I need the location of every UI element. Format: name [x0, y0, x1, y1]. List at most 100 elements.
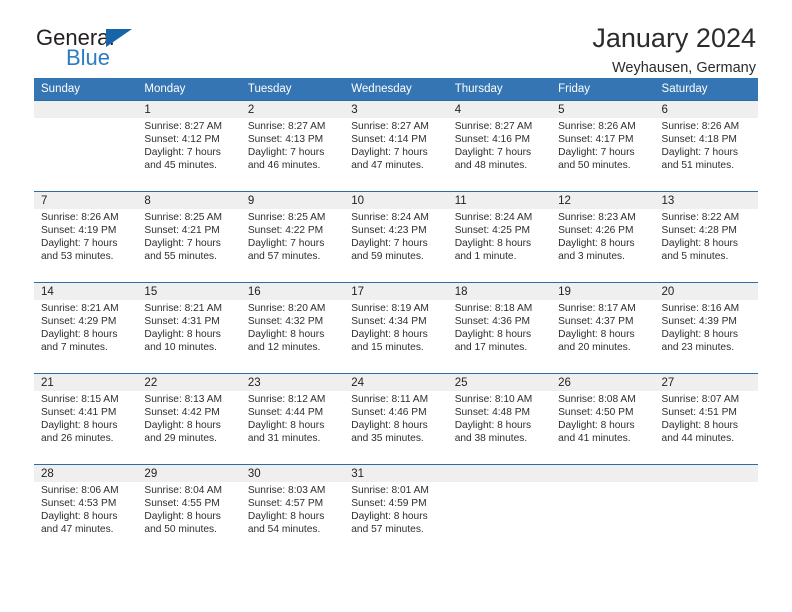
day-details: Sunrise: 8:08 AM Sunset: 4:50 PM Daylight:…	[551, 391, 654, 446]
calendar-day-cell[interactable]: 15 Sunrise: 8:21 AM Sunset: 4:31 PM Dayligh…	[137, 282, 241, 374]
calendar-day-cell[interactable]: 9 Sunrise: 8:25 AM Sunset: 4:22 PM Daylight…	[240, 191, 345, 283]
calendar-day-cell[interactable]: 30 Sunrise: 8:03 AM Sunset: 4:57 PM Dayligh…	[240, 464, 345, 555]
day-detail-sunrise: Sunrise: 8:21 AM	[41, 303, 119, 314]
day-cell-inner: 3 Sunrise: 8:27 AM Sunset: 4:14 PM Daylight…	[344, 101, 448, 191]
day-number: 17	[344, 283, 448, 300]
day-cell-inner: 12 Sunrise: 8:23 AM Sunset: 4:26 PM Dayligh…	[551, 192, 655, 282]
day-detail-daylight2: and 59 minutes.	[351, 250, 424, 262]
calendar-day-cell[interactable]: 17 Sunrise: 8:19 AM Sunset: 4:34 PM Dayligh…	[344, 282, 448, 374]
calendar-day-cell[interactable]: 19 Sunrise: 8:17 AM Sunset: 4:37 PM Dayligh…	[551, 282, 655, 374]
calendar-day-cell[interactable]: 10 Sunrise: 8:24 AM Sunset: 4:23 PM Dayligh…	[344, 191, 448, 283]
calendar-day-cell[interactable]: 16 Sunrise: 8:20 AM Sunset: 4:32 PM Dayligh…	[240, 282, 345, 374]
weekday-header-wednesday: Wednesday	[344, 78, 448, 101]
day-detail-sunrise: Sunrise: 8:21 AM	[144, 303, 223, 314]
day-detail-daylight1: Daylight: 8 hours	[144, 510, 221, 522]
day-detail-sunset: Sunset: 4:42 PM	[144, 406, 220, 418]
calendar-week-row: 7 Sunrise: 8:26 AM Sunset: 4:19 PM Daylight…	[34, 191, 758, 283]
day-detail-daylight2: and 1 minute.	[454, 250, 517, 262]
calendar-day-cell[interactable]: 7 Sunrise: 8:26 AM Sunset: 4:19 PM Daylight…	[34, 191, 138, 283]
calendar-day-cell[interactable]: 13 Sunrise: 8:22 AM Sunset: 4:28 PM Dayligh…	[654, 191, 758, 283]
calendar-day-cell[interactable]: 21 Sunrise: 8:15 AM Sunset: 4:41 PM Dayligh…	[34, 373, 138, 465]
day-details	[551, 482, 654, 485]
calendar-table: Sunday Monday Tuesday Wednesday Thursday…	[34, 78, 758, 555]
calendar-day-cell[interactable]: 20 Sunrise: 8:16 AM Sunset: 4:39 PM Dayligh…	[654, 282, 758, 374]
day-detail-sunrise: Sunrise: 8:27 AM	[351, 121, 429, 132]
day-details: Sunrise: 8:22 AM Sunset: 4:28 PM Daylight:…	[655, 209, 758, 264]
day-detail-sunset: Sunset: 4:31 PM	[144, 315, 220, 327]
day-detail-sunrise: Sunrise: 8:26 AM	[558, 121, 636, 132]
calendar-day-cell[interactable]: 6 Sunrise: 8:26 AM Sunset: 4:18 PM Daylight…	[654, 100, 758, 192]
calendar-day-cell[interactable]: 29 Sunrise: 8:04 AM Sunset: 4:55 PM Dayligh…	[137, 464, 241, 555]
day-detail-sunset: Sunset: 4:16 PM	[454, 133, 531, 145]
calendar-day-cell[interactable]: 18 Sunrise: 8:18 AM Sunset: 4:36 PM Dayligh…	[447, 282, 552, 374]
calendar-day-cell[interactable]: 23 Sunrise: 8:12 AM Sunset: 4:44 PM Dayligh…	[240, 373, 345, 465]
day-cell-inner: 14 Sunrise: 8:21 AM Sunset: 4:29 PM Dayligh…	[34, 283, 138, 373]
day-detail-daylight1: Daylight: 8 hours	[351, 419, 428, 431]
day-detail-sunset: Sunset: 4:37 PM	[558, 315, 634, 327]
day-detail-daylight1: Daylight: 8 hours	[454, 237, 532, 249]
day-cell-inner: 4 Sunrise: 8:27 AM Sunset: 4:16 PM Daylight…	[447, 101, 552, 191]
day-detail-daylight2: and 15 minutes.	[351, 341, 424, 353]
day-detail-sunset: Sunset: 4:48 PM	[454, 406, 531, 418]
day-details: Sunrise: 8:21 AM Sunset: 4:29 PM Daylight:…	[34, 300, 137, 355]
day-detail-sunrise: Sunrise: 8:16 AM	[661, 303, 740, 314]
calendar-day-cell[interactable]: 8 Sunrise: 8:25 AM Sunset: 4:21 PM Daylight…	[137, 191, 241, 283]
calendar-day-cell[interactable]: 22 Sunrise: 8:13 AM Sunset: 4:42 PM Dayligh…	[137, 373, 241, 465]
day-cell-inner: 23 Sunrise: 8:12 AM Sunset: 4:44 PM Dayligh…	[240, 374, 345, 464]
day-detail-sunrise: Sunrise: 8:17 AM	[558, 303, 636, 314]
day-number: 13	[654, 192, 758, 209]
calendar-day-cell[interactable]: 3 Sunrise: 8:27 AM Sunset: 4:14 PM Daylight…	[344, 100, 448, 192]
day-detail-sunset: Sunset: 4:57 PM	[247, 497, 324, 509]
calendar-day-cell[interactable]: 31 Sunrise: 8:01 AM Sunset: 4:59 PM Dayligh…	[344, 464, 448, 555]
calendar-header-row: Sunday Monday Tuesday Wednesday Thursday…	[34, 78, 758, 101]
day-detail-sunset: Sunset: 4:53 PM	[41, 497, 117, 509]
calendar-day-cell[interactable]: 25 Sunrise: 8:10 AM Sunset: 4:48 PM Dayligh…	[447, 373, 552, 465]
day-details: Sunrise: 8:27 AM Sunset: 4:14 PM Daylight:…	[344, 118, 447, 173]
day-number: 8	[137, 192, 241, 209]
calendar-day-cell[interactable]: 5 Sunrise: 8:26 AM Sunset: 4:17 PM Daylight…	[551, 100, 655, 192]
calendar-day-cell[interactable]: 11 Sunrise: 8:24 AM Sunset: 4:25 PM Dayligh…	[447, 191, 552, 283]
day-detail-daylight2: and 29 minutes.	[144, 432, 217, 444]
title-block: January 2024 Weyhausen, Germany	[592, 22, 756, 78]
calendar-day-cell[interactable]: 14 Sunrise: 8:21 AM Sunset: 4:29 PM Dayligh…	[34, 282, 138, 374]
calendar-day-cell[interactable]: 1 Sunrise: 8:27 AM Sunset: 4:12 PM Daylight…	[137, 100, 241, 192]
day-details: Sunrise: 8:27 AM Sunset: 4:12 PM Daylight:…	[137, 118, 240, 173]
calendar-week-row: 28 Sunrise: 8:06 AM Sunset: 4:53 PM Dayligh…	[34, 464, 758, 555]
day-detail-daylight1: Daylight: 7 hours	[454, 146, 532, 158]
day-number: 30	[240, 465, 345, 482]
calendar-day-cell[interactable]: 24 Sunrise: 8:11 AM Sunset: 4:46 PM Dayligh…	[344, 373, 448, 465]
day-detail-daylight2: and 55 minutes.	[144, 250, 217, 262]
day-detail-daylight1: Daylight: 8 hours	[661, 419, 738, 431]
day-number: 19	[551, 283, 655, 300]
day-details: Sunrise: 8:12 AM Sunset: 4:44 PM Daylight:…	[241, 391, 344, 446]
day-details: Sunrise: 8:26 AM Sunset: 4:17 PM Daylight:…	[551, 118, 654, 173]
day-cell-inner: 18 Sunrise: 8:18 AM Sunset: 4:36 PM Dayligh…	[447, 283, 552, 373]
day-detail-sunrise: Sunrise: 8:01 AM	[351, 485, 429, 496]
calendar-day-cell[interactable]: 28 Sunrise: 8:06 AM Sunset: 4:53 PM Dayligh…	[34, 464, 138, 555]
day-details: Sunrise: 8:18 AM Sunset: 4:36 PM Daylight:…	[448, 300, 551, 355]
day-number: 6	[654, 101, 758, 118]
day-detail-sunset: Sunset: 4:23 PM	[351, 224, 427, 236]
calendar-day-cell[interactable]: 12 Sunrise: 8:23 AM Sunset: 4:26 PM Dayligh…	[551, 191, 655, 283]
weekday-header-tuesday: Tuesday	[240, 78, 345, 101]
day-cell-inner: 16 Sunrise: 8:20 AM Sunset: 4:32 PM Dayligh…	[240, 283, 345, 373]
day-cell-inner	[654, 465, 758, 555]
day-detail-daylight2: and 57 minutes.	[247, 250, 321, 262]
calendar-day-cell[interactable]: 27 Sunrise: 8:07 AM Sunset: 4:51 PM Dayligh…	[654, 373, 758, 465]
day-details: Sunrise: 8:24 AM Sunset: 4:25 PM Daylight:…	[448, 209, 551, 264]
day-cell-inner: 19 Sunrise: 8:17 AM Sunset: 4:37 PM Dayligh…	[551, 283, 655, 373]
day-detail-daylight1: Daylight: 7 hours	[558, 146, 635, 158]
day-detail-daylight1: Daylight: 8 hours	[558, 328, 635, 340]
day-detail-sunset: Sunset: 4:46 PM	[351, 406, 427, 418]
day-detail-sunset: Sunset: 4:36 PM	[454, 315, 531, 327]
calendar-day-cell[interactable]: 26 Sunrise: 8:08 AM Sunset: 4:50 PM Dayligh…	[551, 373, 655, 465]
day-details: Sunrise: 8:25 AM Sunset: 4:22 PM Daylight:…	[241, 209, 344, 264]
weekday-header-sunday: Sunday	[34, 78, 138, 101]
calendar-day-cell[interactable]: 2 Sunrise: 8:27 AM Sunset: 4:13 PM Daylight…	[240, 100, 345, 192]
calendar-day-cell[interactable]: 4 Sunrise: 8:27 AM Sunset: 4:16 PM Daylight…	[447, 100, 552, 192]
day-detail-daylight2: and 38 minutes.	[454, 432, 528, 444]
day-number	[447, 465, 552, 482]
day-detail-daylight1: Daylight: 7 hours	[247, 237, 325, 249]
day-number: 25	[447, 374, 552, 391]
day-number: 1	[137, 101, 241, 118]
